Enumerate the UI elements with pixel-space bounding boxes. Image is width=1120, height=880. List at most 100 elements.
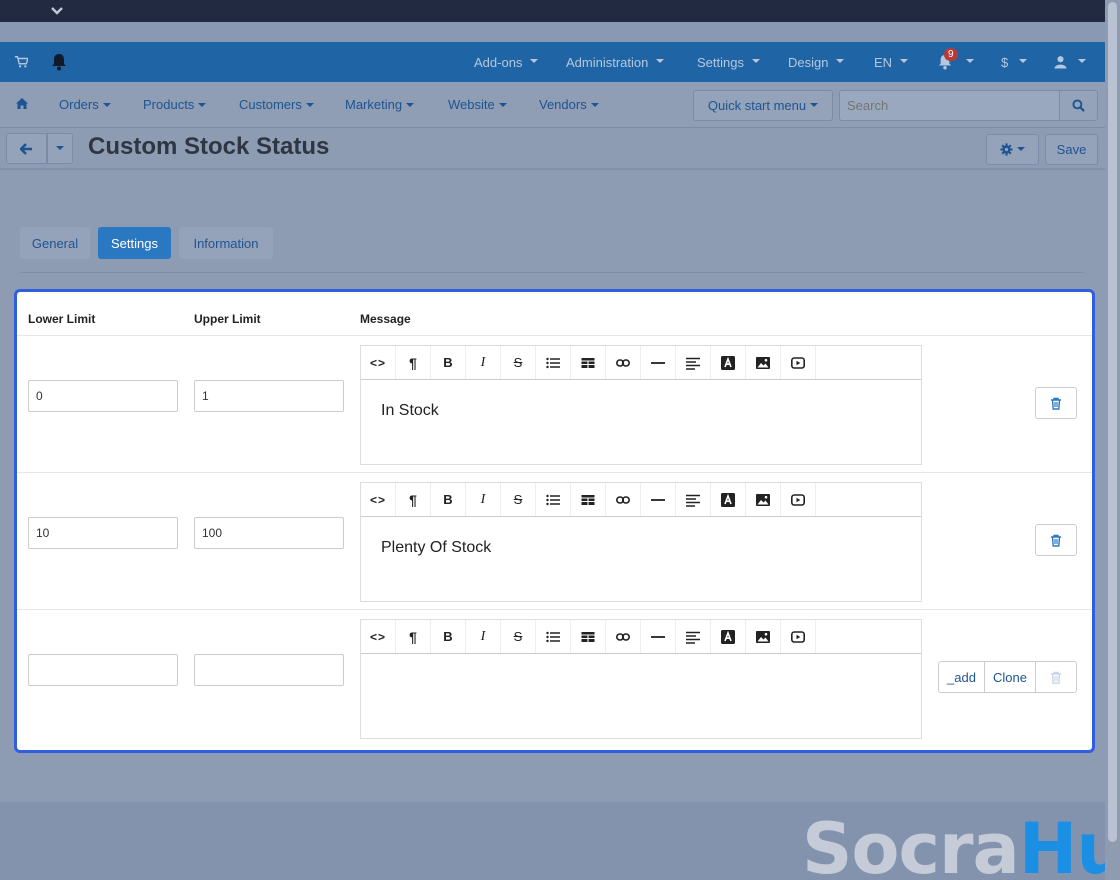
menu-settings[interactable]: Settings xyxy=(697,42,760,82)
paragraph-icon-glyph: ¶ xyxy=(409,628,417,645)
font-color-icon[interactable] xyxy=(711,483,746,516)
nav-products[interactable]: Products xyxy=(143,97,207,112)
image-icon[interactable] xyxy=(746,483,781,516)
settings-dropdown-button[interactable] xyxy=(986,134,1039,165)
caret-icon xyxy=(590,102,599,107)
search-button[interactable] xyxy=(1059,90,1098,121)
delete-row-button[interactable] xyxy=(1035,524,1077,556)
add-row-button[interactable]: _add xyxy=(938,661,985,693)
strikethrough-icon[interactable]: S xyxy=(501,483,536,516)
video-icon[interactable] xyxy=(781,483,816,516)
back-button[interactable] xyxy=(6,133,47,164)
italic-icon[interactable]: I xyxy=(466,620,501,653)
menu-addons[interactable]: Add-ons xyxy=(474,42,539,82)
delete-row-button[interactable] xyxy=(1035,387,1077,419)
bold-icon[interactable]: B xyxy=(431,346,466,379)
align-icon[interactable] xyxy=(676,346,711,379)
menu-currency[interactable]: $ xyxy=(1001,42,1028,82)
horizontal-rule-icon[interactable] xyxy=(641,483,676,516)
table-icon[interactable] xyxy=(571,483,606,516)
tab-settings-label: Settings xyxy=(111,235,158,251)
nav-marketing[interactable]: Marketing xyxy=(345,97,415,112)
tab-information-label: Information xyxy=(193,235,259,251)
upper-limit-input[interactable] xyxy=(194,654,344,686)
code-view-icon[interactable]: <> xyxy=(361,620,396,653)
watermark-logo: SocraHub xyxy=(802,808,1120,880)
font-color-icon[interactable] xyxy=(711,620,746,653)
caret-icon xyxy=(1078,59,1086,63)
message-editor-body[interactable]: Plenty Of Stock xyxy=(361,517,921,601)
font-color-icon[interactable] xyxy=(711,346,746,379)
message-editor-body[interactable] xyxy=(361,654,921,738)
upper-limit-input[interactable] xyxy=(194,380,344,412)
home-icon[interactable] xyxy=(15,97,29,110)
upper-limit-input[interactable] xyxy=(194,517,344,549)
tab-settings[interactable]: Settings xyxy=(98,227,171,259)
nav-website[interactable]: Website xyxy=(448,97,507,112)
bullet-list-icon[interactable] xyxy=(536,346,571,379)
nav-vendors-label: Vendors xyxy=(539,97,587,112)
italic-icon-glyph: I xyxy=(480,354,486,370)
back-dropdown-button[interactable] xyxy=(47,133,73,164)
user-menu[interactable] xyxy=(1054,42,1086,82)
bullet-list-icon[interactable] xyxy=(536,483,571,516)
paragraph-icon[interactable]: ¶ xyxy=(396,483,431,516)
lower-limit-input[interactable] xyxy=(28,517,178,549)
image-icon[interactable] xyxy=(746,620,781,653)
top-strip xyxy=(0,0,1105,22)
caret-icon xyxy=(900,59,909,63)
chevron-down-icon[interactable] xyxy=(49,2,65,18)
paragraph-icon[interactable]: ¶ xyxy=(396,620,431,653)
strikethrough-icon[interactable]: S xyxy=(501,346,536,379)
bold-icon[interactable]: B xyxy=(431,620,466,653)
horizontal-rule-icon[interactable] xyxy=(641,346,676,379)
link-icon[interactable] xyxy=(606,346,641,379)
bell-icon[interactable] xyxy=(51,53,67,71)
menu-language[interactable]: EN xyxy=(874,42,909,82)
cart-icon[interactable] xyxy=(14,55,28,69)
code-view-icon[interactable]: <> xyxy=(361,483,396,516)
caret-icon xyxy=(498,102,507,107)
nav-customers[interactable]: Customers xyxy=(239,97,314,112)
tab-general[interactable]: General xyxy=(20,227,90,259)
lower-limit-input[interactable] xyxy=(28,654,178,686)
link-icon[interactable] xyxy=(606,483,641,516)
nav-vendors[interactable]: Vendors xyxy=(539,97,599,112)
italic-icon[interactable]: I xyxy=(466,346,501,379)
table-icon[interactable] xyxy=(571,346,606,379)
bold-icon[interactable]: B xyxy=(431,483,466,516)
notifications-menu[interactable] xyxy=(938,42,974,82)
video-icon[interactable] xyxy=(781,346,816,379)
trash-icon xyxy=(1051,534,1061,547)
paragraph-icon[interactable]: ¶ xyxy=(396,346,431,379)
header-message: Message xyxy=(360,312,411,326)
code-view-icon[interactable]: <> xyxy=(361,346,396,379)
menu-addons-label: Add-ons xyxy=(474,54,523,70)
menu-administration[interactable]: Administration xyxy=(566,42,665,82)
search-input[interactable] xyxy=(839,90,1060,121)
tab-general-label: General xyxy=(31,235,79,251)
align-icon[interactable] xyxy=(676,483,711,516)
quick-start-menu-button[interactable]: Quick start menu xyxy=(693,90,833,121)
image-icon[interactable] xyxy=(746,346,781,379)
scrollbar-thumb[interactable] xyxy=(1108,2,1117,842)
nav-orders[interactable]: Orders xyxy=(59,97,111,112)
table-icon[interactable] xyxy=(571,620,606,653)
save-button[interactable]: Save xyxy=(1045,134,1098,165)
menu-design[interactable]: Design xyxy=(788,42,845,82)
lower-limit-input[interactable] xyxy=(28,380,178,412)
horizontal-rule-icon[interactable] xyxy=(641,620,676,653)
caret-icon xyxy=(530,59,539,63)
header-upper-limit: Upper Limit xyxy=(194,312,261,326)
bullet-list-icon[interactable] xyxy=(536,620,571,653)
link-icon[interactable] xyxy=(606,620,641,653)
message-editor-body[interactable]: In Stock xyxy=(361,380,921,464)
tab-information[interactable]: Information xyxy=(179,227,273,259)
align-icon[interactable] xyxy=(676,620,711,653)
italic-icon[interactable]: I xyxy=(466,483,501,516)
stock-status-table: Lower Limit Upper Limit Message <> ¶ B I S I… xyxy=(14,289,1095,753)
video-icon[interactable] xyxy=(781,620,816,653)
clone-row-button[interactable]: Clone xyxy=(984,661,1036,693)
strikethrough-icon[interactable]: S xyxy=(501,620,536,653)
vertical-scrollbar[interactable] xyxy=(1105,0,1120,880)
